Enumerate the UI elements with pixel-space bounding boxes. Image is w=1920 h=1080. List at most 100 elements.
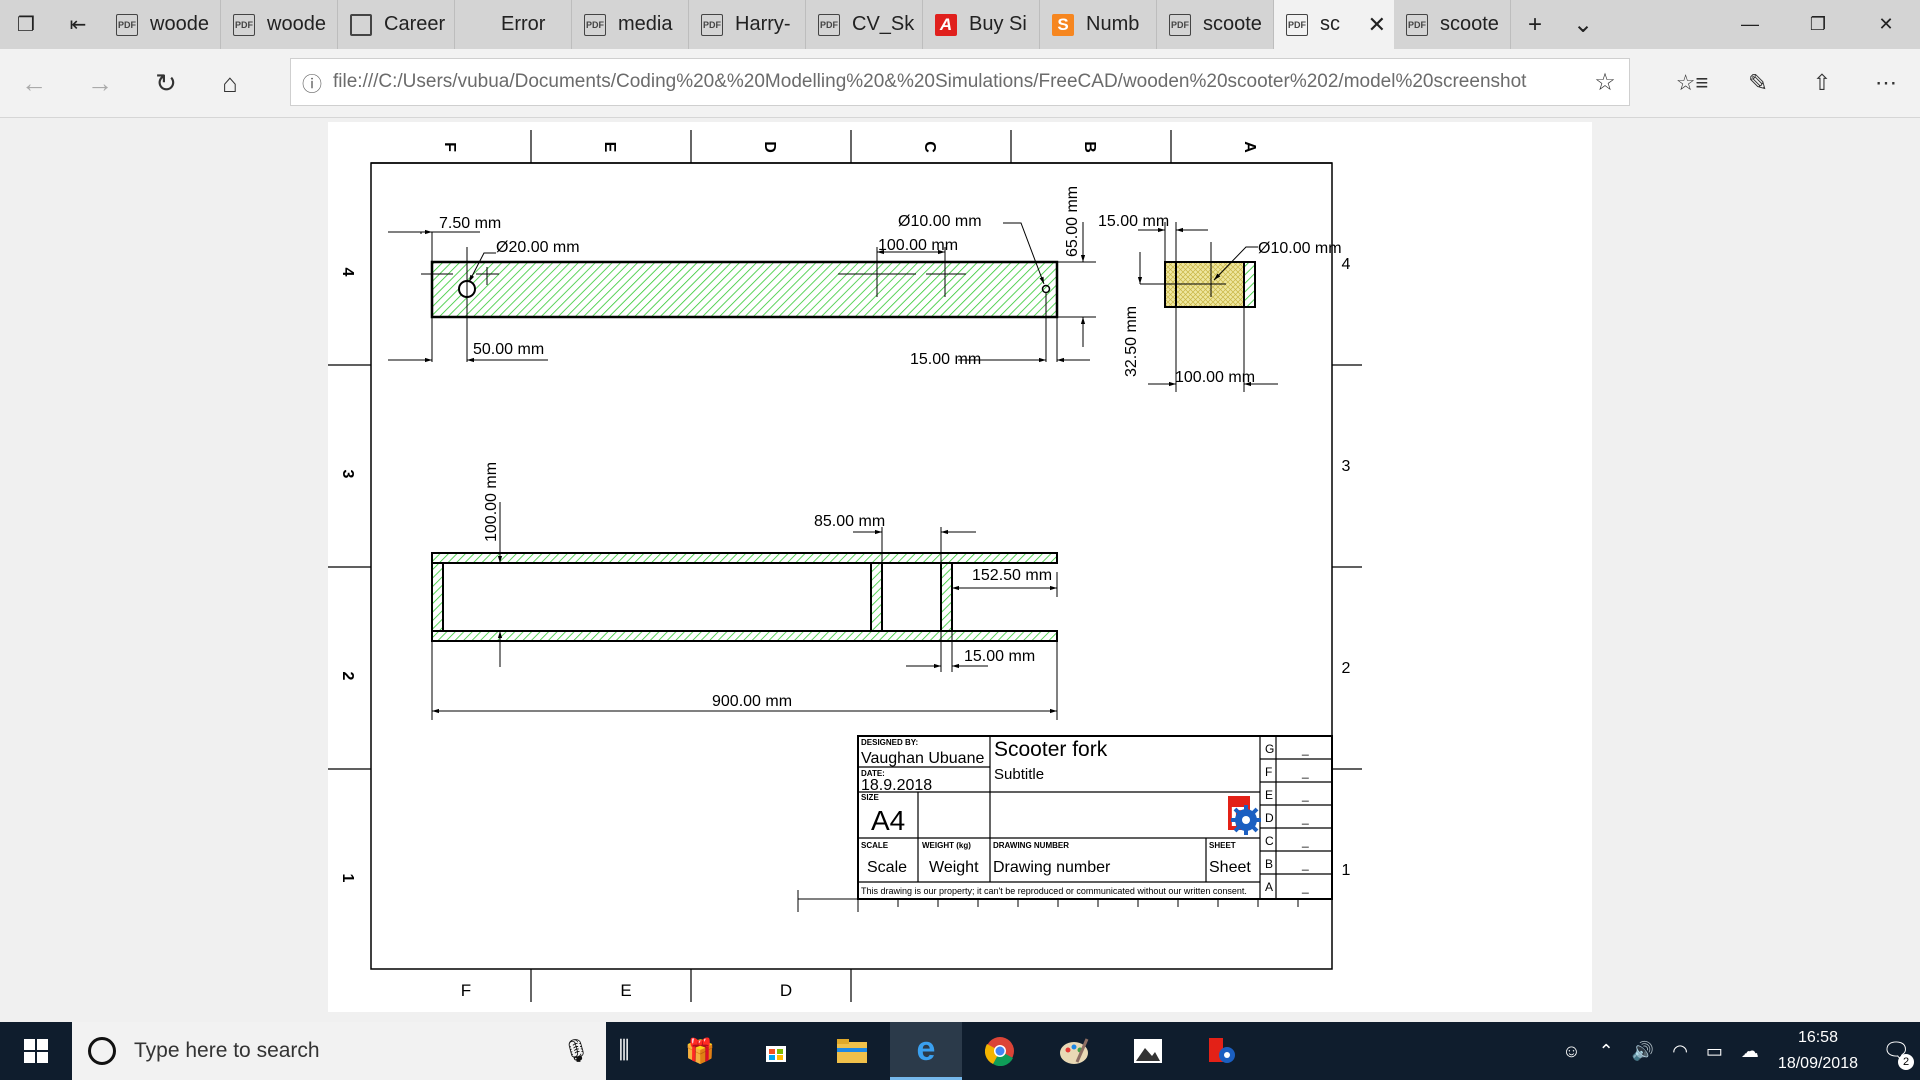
file-explorer-icon[interactable] [816,1022,888,1080]
zone-letter: B [1081,141,1098,153]
tab-title: scoote [1203,13,1262,35]
tab-title: Buy Si [969,13,1027,35]
photos-icon[interactable] [1112,1022,1184,1080]
share-icon[interactable]: ⇧ [1800,61,1844,105]
paint-icon[interactable] [1038,1022,1110,1080]
browser-tab[interactable]: PDF scoote [1157,0,1274,49]
drawing-subtitle: Subtitle [994,766,1044,783]
pdf-icon: PDF [1286,13,1308,36]
sheet-label: SHEET [1209,841,1236,850]
page-icon [350,13,372,36]
notification-badge: 2 [1898,1054,1914,1070]
zone-number: 2 [339,672,356,681]
onedrive-cloud-icon[interactable]: ☁ [1741,1041,1759,1062]
window-controls: — ❐ ✕ [1716,0,1920,49]
pdf-icon: PDF [1169,13,1191,36]
browser-tab[interactable]: PDF Harry- [689,0,806,49]
browser-tab[interactable]: PDF CV_Sk [806,0,923,49]
people-icon[interactable]: ☺ [1562,1041,1580,1062]
revision-mark: _ [1301,880,1309,894]
tab-title: media [618,13,673,35]
zone-number: 2 [1342,660,1351,677]
revision-letter: C [1265,834,1274,848]
forward-arrow-icon[interactable]: → [78,61,122,105]
clock-time: 16:58 [1797,1029,1838,1046]
drawing-number-label: DRAWING NUMBER [993,841,1069,850]
front-view-labels: 100.00 mm 85.00 mm 152.50 mm 15.00 mm 90… [483,462,1052,710]
front-view-dimensions [431,502,1058,720]
revision-mark: _ [1301,788,1309,802]
clock-date: 18/09/2018 [1777,1055,1858,1072]
battery-icon[interactable]: ▭ [1706,1041,1723,1062]
minimize-icon[interactable]: — [1716,0,1784,49]
chrome-icon[interactable] [964,1022,1036,1080]
tab-title: CV_Sk [852,13,915,35]
dim-phi-10: Ø10.00 mm [898,213,982,230]
freecad-taskbar-icon[interactable] [1186,1022,1258,1080]
wifi-icon[interactable]: ◠ [1672,1041,1688,1062]
revision-letter: D [1265,811,1274,825]
browser-tab[interactable]: Career [338,0,455,49]
url-field[interactable]: ⓘ file:///C:/Users/vubua/Documents/Codin… [290,58,1630,106]
dim-85: 85.00 mm [814,513,885,530]
refresh-icon[interactable]: ↻ [144,61,188,105]
browser-tab[interactable]: Error [455,0,572,49]
close-tab-icon[interactable]: ✕ [1368,12,1386,38]
gift-app-icon[interactable]: 🎁 [664,1022,736,1080]
favorites-hub-icon[interactable]: ☆≡ [1670,61,1714,105]
taskbar-search-box[interactable]: Type here to search 🎙 [72,1022,606,1080]
browser-tab[interactable]: A Buy Si [923,0,1040,49]
address-bar-row: ← → ↻ ⌂ ⓘ file:///C:/Users/vubua/Documen… [0,49,1920,118]
browser-tab[interactable]: S Numb [1040,0,1157,49]
home-icon[interactable]: ⌂ [208,61,252,105]
url-text[interactable]: file:///C:/Users/vubua/Documents/Coding%… [333,71,1581,93]
tab-bar: ❐ ⇤ PDF woode PDF woode Career Error PDF media P… [0,0,1920,49]
action-center-icon[interactable]: 🗨 2 [1872,1022,1920,1080]
drawing-title: Scooter fork [994,738,1108,761]
clock[interactable]: 16:58 18/09/2018 [1778,1025,1858,1077]
browser-tab[interactable]: PDF woode [104,0,221,49]
dim-100-section: 100.00 mm [1175,369,1255,386]
new-tab-button[interactable]: + [1511,0,1559,49]
restore-icon[interactable]: ❐ [1784,0,1852,49]
revision-mark: _ [1301,834,1309,848]
back-arrow-icon[interactable]: ← [12,61,56,105]
zone-number: 3 [1342,458,1351,475]
pdf-icon: PDF [818,13,840,36]
date-value: 18.9.2018 [861,777,932,794]
scale-label: SCALE [861,841,889,850]
browser-tab[interactable]: PDF sc ✕ [1274,0,1394,49]
microphone-icon[interactable]: 🎙 [562,1038,590,1064]
top-view-bar [421,247,1059,330]
tab-title: Harry- [735,13,791,35]
left-zone-numbers: 4 3 2 1 [339,268,356,883]
browser-tab[interactable]: PDF media [572,0,689,49]
edge-browser-icon[interactable]: e [890,1022,962,1080]
favorite-star-icon[interactable]: ☆ [1581,68,1629,97]
tab-title: Error [501,13,546,35]
more-options-icon[interactable]: ⋯ [1864,61,1908,105]
dim-phi-10-section: Ø10.00 mm [1258,240,1342,257]
cortana-icon [88,1037,116,1065]
tab-preview-chevron-icon[interactable]: ⌄ [1559,0,1607,49]
set-aside-tabs-icon[interactable]: ⇤ [52,0,104,49]
scale-value: Scale [867,859,907,876]
page-content: F E D C B A 4 3 2 1 4 3 2 1 F E D 7.50 m… [0,118,1920,1022]
tab-manager-icon[interactable]: ❐ [0,0,52,49]
windows-taskbar: Type here to search 🎙 ⫼ 🎁 e ☺ ⌃ 🔊 ◠ ▭ ☁ … [0,1022,1920,1080]
start-button[interactable] [0,1022,72,1080]
store-icon[interactable] [740,1022,812,1080]
title-block: DESIGNED BY: Vaughan Ubuane DATE: 18.9.2… [797,735,1333,912]
browser-tab[interactable]: PDF woode [221,0,338,49]
copyright-notice: This drawing is our property; it can't b… [861,886,1247,896]
show-hidden-icons-chevron-icon[interactable]: ⌃ [1599,1041,1614,1062]
info-icon[interactable]: ⓘ [291,68,333,97]
close-window-icon[interactable]: ✕ [1852,0,1920,49]
volume-icon[interactable]: 🔊 [1632,1041,1654,1062]
web-note-pen-icon[interactable]: ✎ [1736,61,1780,105]
browser-tab[interactable]: PDF scoote [1394,0,1511,49]
tab-title: sc [1320,13,1340,35]
task-view-icon[interactable]: ⫼ [588,1022,660,1080]
system-tray: ☺ ⌃ 🔊 ◠ ▭ ☁ 16:58 18/09/2018 🗨 2 [1553,1022,1920,1080]
pdf-icon: PDF [701,13,723,36]
